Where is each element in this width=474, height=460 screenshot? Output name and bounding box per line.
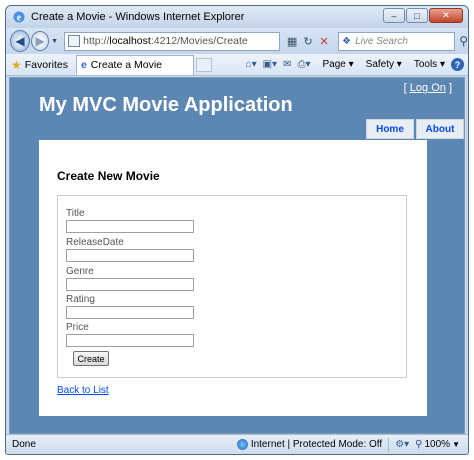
- search-placeholder: Live Search: [355, 35, 408, 47]
- safety-menu[interactable]: Safety ▾: [360, 59, 402, 70]
- fields-fieldset: Title ReleaseDate Genre Rating Price Cre…: [57, 195, 407, 378]
- tools-menu[interactable]: Tools ▾: [408, 59, 445, 70]
- tab-create-a-movie[interactable]: e Create a Movie: [75, 54, 194, 75]
- browser-window: e Create a Movie - Windows Internet Expl…: [5, 5, 469, 455]
- tools-menu-label: Tools: [413, 59, 438, 70]
- svg-text:e: e: [17, 13, 22, 24]
- price-label: Price: [66, 322, 89, 333]
- logon-link[interactable]: Log On: [410, 82, 446, 94]
- title-input[interactable]: [66, 220, 194, 233]
- safety-menu-label: Safety: [365, 59, 395, 70]
- status-text: Done: [12, 439, 36, 450]
- zone-text: Internet | Protected Mode: Off: [250, 439, 383, 450]
- help-icon[interactable]: ?: [451, 58, 464, 71]
- zoom-dropdown-icon: ▼: [452, 440, 460, 449]
- ie-icon: e: [13, 11, 25, 24]
- page-icon: [68, 35, 81, 47]
- page-viewport: [ Log On ] My MVC Movie Application Home…: [9, 77, 465, 434]
- compat-view-icon[interactable]: ▦: [284, 33, 300, 49]
- back-to-list-link[interactable]: Back to List: [57, 385, 109, 396]
- url-path: :4212/Movies/Create: [150, 35, 248, 47]
- command-bar: ⌂▾ ▣▾ ✉ ⎙▾ Page ▾ Safety ▾ Tools ▾ ?: [240, 58, 464, 71]
- page-menu[interactable]: Page ▾: [316, 59, 353, 70]
- page-heading: Create New Movie: [57, 169, 160, 183]
- globe-icon: [236, 439, 248, 450]
- zoom-level: 100%: [424, 439, 451, 450]
- star-icon: ★: [11, 57, 22, 72]
- window-controls: – □ ✕: [382, 8, 463, 23]
- back-button[interactable]: ◀: [10, 30, 30, 52]
- forward-arrow-icon: ▶: [35, 34, 45, 48]
- releasedate-input[interactable]: [66, 249, 194, 262]
- magnifier-icon: ⚲: [415, 439, 423, 450]
- history-dropdown-icon[interactable]: ▼: [51, 38, 58, 45]
- tab-title: Create a Movie: [90, 59, 162, 71]
- releasedate-label: ReleaseDate: [66, 237, 124, 248]
- rating-input[interactable]: [66, 306, 194, 319]
- url-prefix: http://: [83, 35, 110, 47]
- search-input[interactable]: ❖ Live Search: [338, 31, 456, 51]
- refresh-icon[interactable]: ↻: [300, 33, 316, 49]
- app-title: My MVC Movie Application: [39, 94, 293, 116]
- logon-bracket-close: ]: [448, 82, 452, 94]
- minimize-button[interactable]: –: [383, 8, 405, 23]
- stop-icon[interactable]: ✕: [316, 33, 332, 49]
- menu-about[interactable]: About: [416, 119, 464, 139]
- address-toolbar: ◀ ▶ ▼ http://localhost:4212/Movies/Creat…: [6, 28, 468, 54]
- window-title: Create a Movie - Windows Internet Explor…: [31, 11, 245, 23]
- price-input[interactable]: [66, 334, 194, 347]
- favorites-bar: ★ Favorites e Create a Movie ⌂▾ ▣▾ ✉ ⎙▾ …: [6, 54, 468, 76]
- back-arrow-icon: ◀: [15, 34, 25, 48]
- genre-label: Genre: [66, 266, 94, 277]
- url-host: localhost: [109, 35, 151, 47]
- address-bar[interactable]: http://localhost:4212/Movies/Create: [64, 31, 281, 51]
- maximize-button[interactable]: □: [406, 8, 428, 23]
- feed-icon[interactable]: ▣▾: [263, 59, 277, 70]
- title-label: Title: [66, 208, 85, 219]
- main-content: Create New Movie Title ReleaseDate Genre…: [39, 140, 427, 416]
- menu-home[interactable]: Home: [366, 119, 414, 139]
- main-menu: Home About: [364, 119, 464, 139]
- title-bar: e Create a Movie - Windows Internet Expl…: [6, 6, 468, 28]
- logon-bracket-open: [: [403, 82, 407, 94]
- close-button[interactable]: ✕: [429, 8, 463, 23]
- zoom-control[interactable]: ⚲ 100% ▼: [415, 439, 460, 450]
- printer-icon[interactable]: ⎙▾: [297, 59, 310, 70]
- new-tab-button[interactable]: [195, 57, 212, 72]
- status-divider: [388, 437, 390, 452]
- forward-button[interactable]: ▶: [30, 31, 50, 51]
- tools-status-icon[interactable]: ⚙▾: [395, 439, 409, 450]
- mail-icon[interactable]: ✉: [283, 59, 291, 70]
- address-buttons: ▦ ↻ ✕: [284, 33, 332, 49]
- live-search-icon: ❖: [342, 35, 352, 47]
- logon-display: [ Log On ]: [404, 82, 452, 94]
- favorites-button[interactable]: ★ Favorites: [11, 58, 68, 72]
- favorites-label: Favorites: [24, 58, 68, 71]
- genre-input[interactable]: [66, 278, 194, 291]
- page-menu-label: Page: [322, 59, 346, 70]
- rating-label: Rating: [66, 294, 95, 305]
- home-icon[interactable]: ⌂▾: [246, 59, 257, 70]
- security-zone[interactable]: Internet | Protected Mode: Off: [236, 439, 383, 450]
- create-button[interactable]: Create: [73, 351, 109, 366]
- search-icon[interactable]: ⚲: [459, 34, 468, 48]
- status-bar: Done Internet | Protected Mode: Off ⚙▾ ⚲…: [6, 434, 468, 454]
- tab-ie-icon: e: [80, 59, 87, 71]
